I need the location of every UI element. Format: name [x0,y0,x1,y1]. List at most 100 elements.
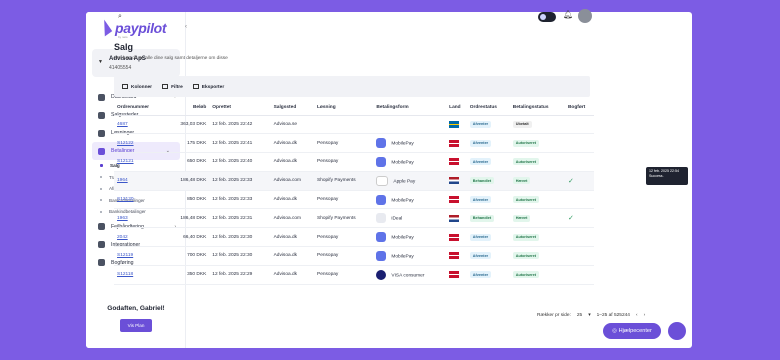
table-row[interactable]: S12122 175 DKK 12 feb. 2025 22:41 Advisoa.d… [114,133,594,154]
order-link[interactable]: S12118 [117,272,133,277]
order-number-cell[interactable]: S12118 [114,265,164,285]
status-badge: Behandlet [469,177,495,185]
order-link[interactable]: S12121 [117,159,134,164]
column-header[interactable]: Ordrestatus [466,100,510,116]
order-link[interactable]: 2042 [117,235,128,240]
order-status-cell: Afventer [466,133,510,154]
check-icon: ✓ [567,177,574,185]
solution-cell: Pensopay [314,133,374,154]
table-row[interactable]: 1964 186,48 DKK 12 feb. 2025 22:33 Advisoa.… [114,171,594,191]
download-icon [192,83,199,89]
export-button[interactable]: Eksporter [192,83,225,90]
columns-button[interactable]: Kolonner [122,83,152,89]
order-link[interactable]: 1964 [117,178,128,183]
order-number-cell[interactable]: S12120 [114,190,164,210]
avatar[interactable] [578,9,592,23]
order-number-cell[interactable]: 1964 [114,171,164,191]
created-cell: 12 feb. 2025 22:29 [209,265,271,285]
table-row[interactable]: 2042 66,40 DKK 12 feb. 2025 22:30 Advisoa.d… [114,227,594,248]
column-header[interactable]: Bogført [564,100,594,116]
payment-status-cell: Hævet [509,171,565,191]
caret-down-icon: ▼ [98,59,103,65]
payment-method-icon [376,213,387,224]
column-header[interactable]: Salgssted [270,100,314,116]
table-row[interactable]: 1963 186,48 DKK 12 feb. 2025 22:31 Advisoa.… [114,208,594,229]
booked-cell: ✓ [564,171,594,191]
method-label: VISA consumer [391,273,425,279]
filter-button[interactable]: Filtre [162,83,183,89]
bullet-icon [100,164,103,168]
column-header[interactable]: Oprettet [209,100,271,116]
flag-icon [449,233,460,241]
order-link[interactable]: 4687 [117,122,128,127]
order-status-cell: Afventer [466,246,510,266]
check-icon: ✓ [567,215,574,223]
method-cell: MobilePay [373,190,447,210]
created-cell: 12 feb. 2025 22:33 [209,171,271,191]
export-label: Eksporter [201,84,225,90]
column-header[interactable]: Betalingsstatus [509,100,565,116]
order-link[interactable]: 1963 [117,216,128,221]
logo[interactable]: paypilot [96,19,167,37]
order-status-cell: Behandlet [466,208,510,229]
column-header[interactable]: Beløb [163,100,210,116]
order-status-cell: Afventer [466,115,510,135]
order-number-cell[interactable]: S12119 [114,246,164,266]
table-row[interactable]: 4687 363,03 DKK 12 feb. 2025 22:42 Advisoa.… [114,115,594,135]
rows-per-page-select[interactable]: 25 [577,313,582,318]
table-row[interactable]: S12120 850 DKK 12 feb. 2025 22:33 Advisoa.d… [114,190,594,210]
created-cell: 12 feb. 2025 22:31 [209,208,271,229]
prev-page-icon[interactable]: ‹ [636,313,638,318]
column-header[interactable]: Land [446,100,467,116]
solution-cell: Pensopay [314,190,374,210]
status-badge: Afventer [469,139,492,147]
column-header[interactable]: Betalingsform [373,100,447,116]
created-cell: 12 feb. 2025 22:30 [209,227,271,248]
method-label: iDeal [391,216,403,222]
status-badge: Afventer [469,158,492,166]
flag-icon [449,196,460,204]
search-icon[interactable]: ⌕ [118,13,122,21]
solution-cell: Shopify Payments [314,208,374,229]
tooltip: 12 feb. 2025 22:54 Success. [646,167,688,185]
amount-cell: 175 DKK [163,133,210,154]
pagination: Rækker pr side: 25 ▾ 1–25 af 525244 ‹ › [537,313,645,318]
order-number-cell[interactable]: S12121 [114,152,164,172]
table-row[interactable]: S12118 350 DKK 12 feb. 2025 22:29 Advisoa.d… [114,265,594,285]
collapse-sidebar-icon[interactable]: ‹ [185,24,187,30]
help-label: Hjælpecenter [618,328,652,334]
order-status-cell: Afventer [466,152,510,172]
bell-icon[interactable]: 🔔︎ [563,10,573,19]
caret-down-icon[interactable]: ▾ [588,313,590,318]
column-header[interactable]: Løsning [314,100,374,116]
chat-icon[interactable] [668,322,686,340]
theme-toggle[interactable] [538,12,556,22]
solution-cell: Shopify Payments [314,171,374,191]
order-number-cell[interactable]: 4687 [114,115,164,135]
country-cell [446,227,467,248]
flag-icon [449,214,460,222]
table-row[interactable]: S12119 700 DKK 12 feb. 2025 22:30 Advisoa.d… [114,246,594,266]
country-cell [446,133,467,154]
order-number-cell[interactable]: 2042 [114,227,164,248]
method-label: MobilePay [391,235,414,241]
store-cell: Advisoa.dk [270,265,314,285]
view-plan-button[interactable]: Vis Plan [120,319,152,332]
store-cell: Advisoa.dk [270,246,314,266]
solution-cell: Pensopay [314,227,374,248]
solution-cell: Pensopay [314,152,374,172]
help-center-button[interactable]: ◎ Hjælpecenter [603,323,661,339]
next-page-icon[interactable]: › [644,313,646,318]
order-link[interactable]: S12120 [117,197,134,202]
table-row[interactable]: S12121 650 DKK 12 feb. 2025 22:40 Advisoa.d… [114,152,594,172]
order-link[interactable]: S12122 [117,141,134,146]
order-number-cell[interactable]: 1963 [114,208,164,229]
method-cell: MobilePay [373,246,447,266]
payment-method-icon [376,138,387,149]
account-switcher[interactable]: ▼ Advisoa ApS 41405554 [92,49,180,77]
column-header[interactable]: Ordrenummer [114,100,164,116]
order-number-cell[interactable]: S12122 [114,133,164,154]
book-icon [98,259,105,266]
table-header-row: Ordrenummer Beløb Oprettet Salgssted Løs… [114,100,594,116]
order-link[interactable]: S12119 [117,253,133,258]
